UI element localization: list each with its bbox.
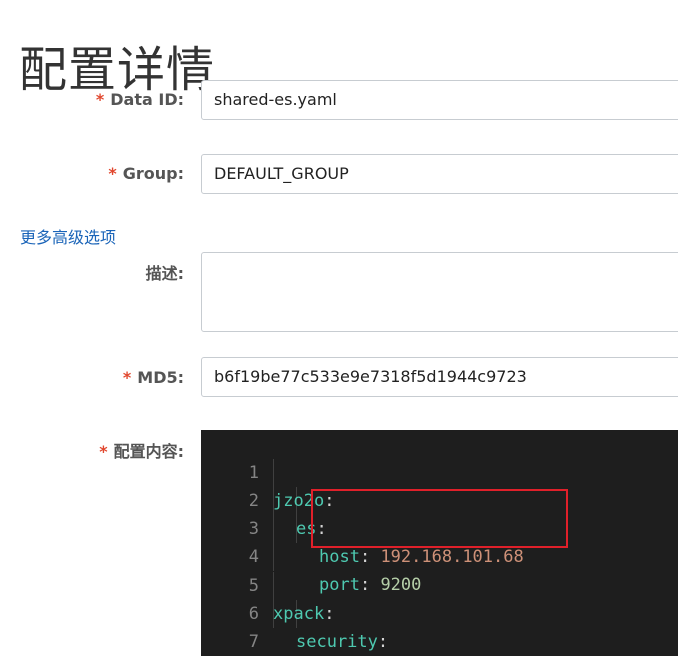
required-mark: * xyxy=(95,90,105,109)
line-code: security: xyxy=(296,628,388,656)
config-content-label-text: 配置内容: xyxy=(113,442,184,461)
group-label: * Group: xyxy=(108,164,184,184)
code-line: 3 host: 192.168.101.68 xyxy=(201,487,678,567)
code-line: 7 enabled: true xyxy=(201,600,678,652)
data-id-label-text: Data ID: xyxy=(110,90,184,109)
md5-field[interactable]: b6f19be77c533e9e7318f5d1944c9723 xyxy=(201,357,678,397)
md5-label: * MD5: xyxy=(123,368,184,388)
code-line: 2 es: xyxy=(201,459,678,539)
yaml-key: security xyxy=(296,632,378,652)
description-textarea[interactable] xyxy=(201,252,678,332)
required-mark: * xyxy=(122,368,132,387)
group-field[interactable]: DEFAULT_GROUP xyxy=(201,154,678,194)
config-content-label: * 配置内容: xyxy=(99,442,184,462)
required-mark: * xyxy=(99,442,108,461)
code-line: 4 port: 9200 xyxy=(201,515,678,595)
line-number: 7 xyxy=(248,632,259,652)
code-line: 1 jzo2o: xyxy=(201,431,678,511)
code-line: 5 xpack: xyxy=(201,544,678,624)
required-mark: * xyxy=(108,164,117,183)
code-editor[interactable]: 1 jzo2o: 2 es: 3 host: 192.168.101.68 4 … xyxy=(201,430,678,656)
group-label-text: Group: xyxy=(122,164,184,183)
yaml-colon: : xyxy=(377,632,389,652)
description-label: 描述: xyxy=(145,264,184,283)
data-id-field[interactable]: shared-es.yaml xyxy=(201,80,678,120)
more-advanced-options-link[interactable]: 更多高级选项 xyxy=(20,228,116,248)
code-line: 6 security: xyxy=(201,572,678,652)
data-id-label: * Data ID: xyxy=(96,90,184,110)
md5-label-text: MD5: xyxy=(137,368,184,387)
